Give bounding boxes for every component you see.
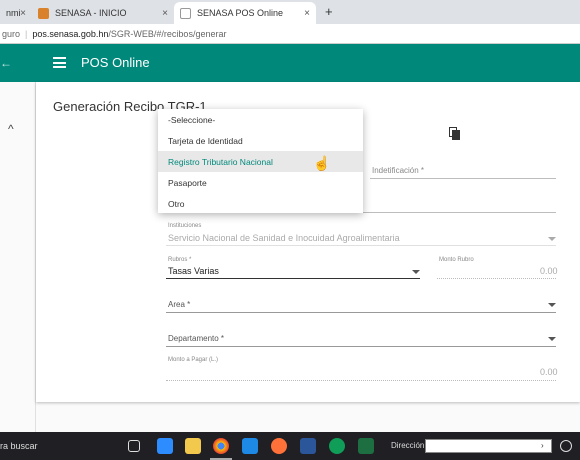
new-tab-button[interactable]: +	[325, 4, 333, 19]
dropdown-option[interactable]: Tarjeta de Identidad	[158, 130, 363, 151]
app-bar: ← POS Online	[0, 44, 580, 82]
word-icon[interactable]	[300, 438, 316, 454]
tab-close-icon[interactable]: ×	[162, 8, 168, 19]
app-title: POS Online	[81, 55, 150, 70]
edge-icon[interactable]	[329, 438, 345, 454]
chevron-down-icon[interactable]	[548, 303, 556, 307]
departamento-label: Departamento *	[168, 334, 225, 343]
address-host: pos.senasa.gob.hn	[32, 28, 109, 39]
monto-rubro-label: Monto Rubro	[439, 257, 474, 263]
address-path: /SGR-WEB/#/recibos/generar	[108, 28, 227, 39]
hamburger-menu-icon[interactable]	[53, 57, 66, 68]
tab-label: nmi	[6, 8, 21, 18]
windows-taskbar: ra buscar Dirección ›	[0, 432, 580, 460]
tab-close-icon[interactable]: ×	[20, 8, 26, 19]
copy-icon[interactable]	[449, 127, 461, 140]
area-label: Area *	[168, 300, 191, 309]
dropdown-option[interactable]: -Seleccione-	[158, 109, 363, 130]
instituciones-value: Servicio Nacional de Sanidad e Inocuidad…	[168, 233, 400, 243]
direccion-input[interactable]	[425, 439, 552, 453]
system-tray-icon[interactable]	[560, 440, 572, 452]
chevron-up-icon[interactable]: ^	[8, 122, 14, 136]
task-view-icon[interactable]	[128, 440, 140, 452]
hand-cursor-icon: ☝	[313, 155, 331, 171]
tab-close-icon[interactable]: ×	[304, 8, 310, 19]
address-bar[interactable]: guro | pos.senasa.gob.hn /SGR-WEB/#/reci…	[0, 24, 580, 44]
store-icon[interactable]	[242, 438, 258, 454]
monto-pagar-label: Monto a Pagar (L.)	[168, 357, 219, 363]
monto-rubro-value: 0.00	[540, 266, 558, 276]
browser-tab[interactable]: nmi ×	[0, 2, 32, 24]
go-arrow-icon[interactable]: ›	[541, 441, 544, 450]
dropdown-option[interactable]: Otro	[158, 193, 363, 214]
browser-tab-active[interactable]: SENASA POS Online ×	[174, 2, 316, 24]
excel-icon[interactable]	[358, 438, 374, 454]
chevron-down-icon	[548, 237, 556, 241]
browser-tab[interactable]: SENASA - INICIO ×	[32, 2, 174, 24]
zoom-icon[interactable]	[157, 438, 173, 454]
file-explorer-icon[interactable]	[185, 438, 201, 454]
dropdown-option[interactable]: Pasaporte	[158, 172, 363, 193]
page-favicon-icon	[180, 7, 191, 19]
rubros-value: Tasas Varias	[168, 266, 219, 276]
identification-label: Indetificación *	[372, 166, 425, 175]
taskbar-search-text[interactable]: ra buscar	[0, 441, 38, 451]
chrome-icon[interactable]	[213, 438, 229, 454]
departamento-select[interactable]	[166, 346, 556, 347]
browser-tab-strip: nmi × SENASA - INICIO × SENASA POS Onlin…	[0, 0, 580, 24]
side-nav-strip: ^	[0, 82, 36, 432]
senasa-favicon-icon	[38, 7, 49, 19]
address-prefix: guro	[2, 28, 21, 39]
direccion-label: Dirección	[391, 441, 425, 450]
instituciones-label: Instituciones	[168, 223, 202, 229]
rubros-select[interactable]	[166, 278, 420, 279]
identification-input[interactable]	[370, 178, 556, 179]
rubros-label: Rubros *	[168, 257, 192, 263]
tab-label: SENASA POS Online	[197, 8, 284, 18]
back-arrow-icon[interactable]: ←	[0, 56, 12, 70]
chevron-down-icon[interactable]	[412, 270, 420, 274]
monto-pagar-value: 0.00	[540, 367, 558, 377]
tab-label: SENASA - INICIO	[55, 8, 127, 18]
firefox-icon[interactable]	[271, 438, 287, 454]
identification-type-dropdown: -Seleccione- Tarjeta de Identidad Regist…	[158, 109, 363, 213]
instituciones-select	[166, 245, 556, 246]
monto-rubro-field	[437, 278, 556, 279]
dropdown-option-highlighted[interactable]: Registro Tributario Nacional	[158, 151, 363, 172]
area-select[interactable]	[166, 312, 556, 313]
monto-pagar-field	[166, 380, 556, 381]
chevron-down-icon[interactable]	[548, 337, 556, 341]
address-separator: |	[25, 28, 28, 39]
